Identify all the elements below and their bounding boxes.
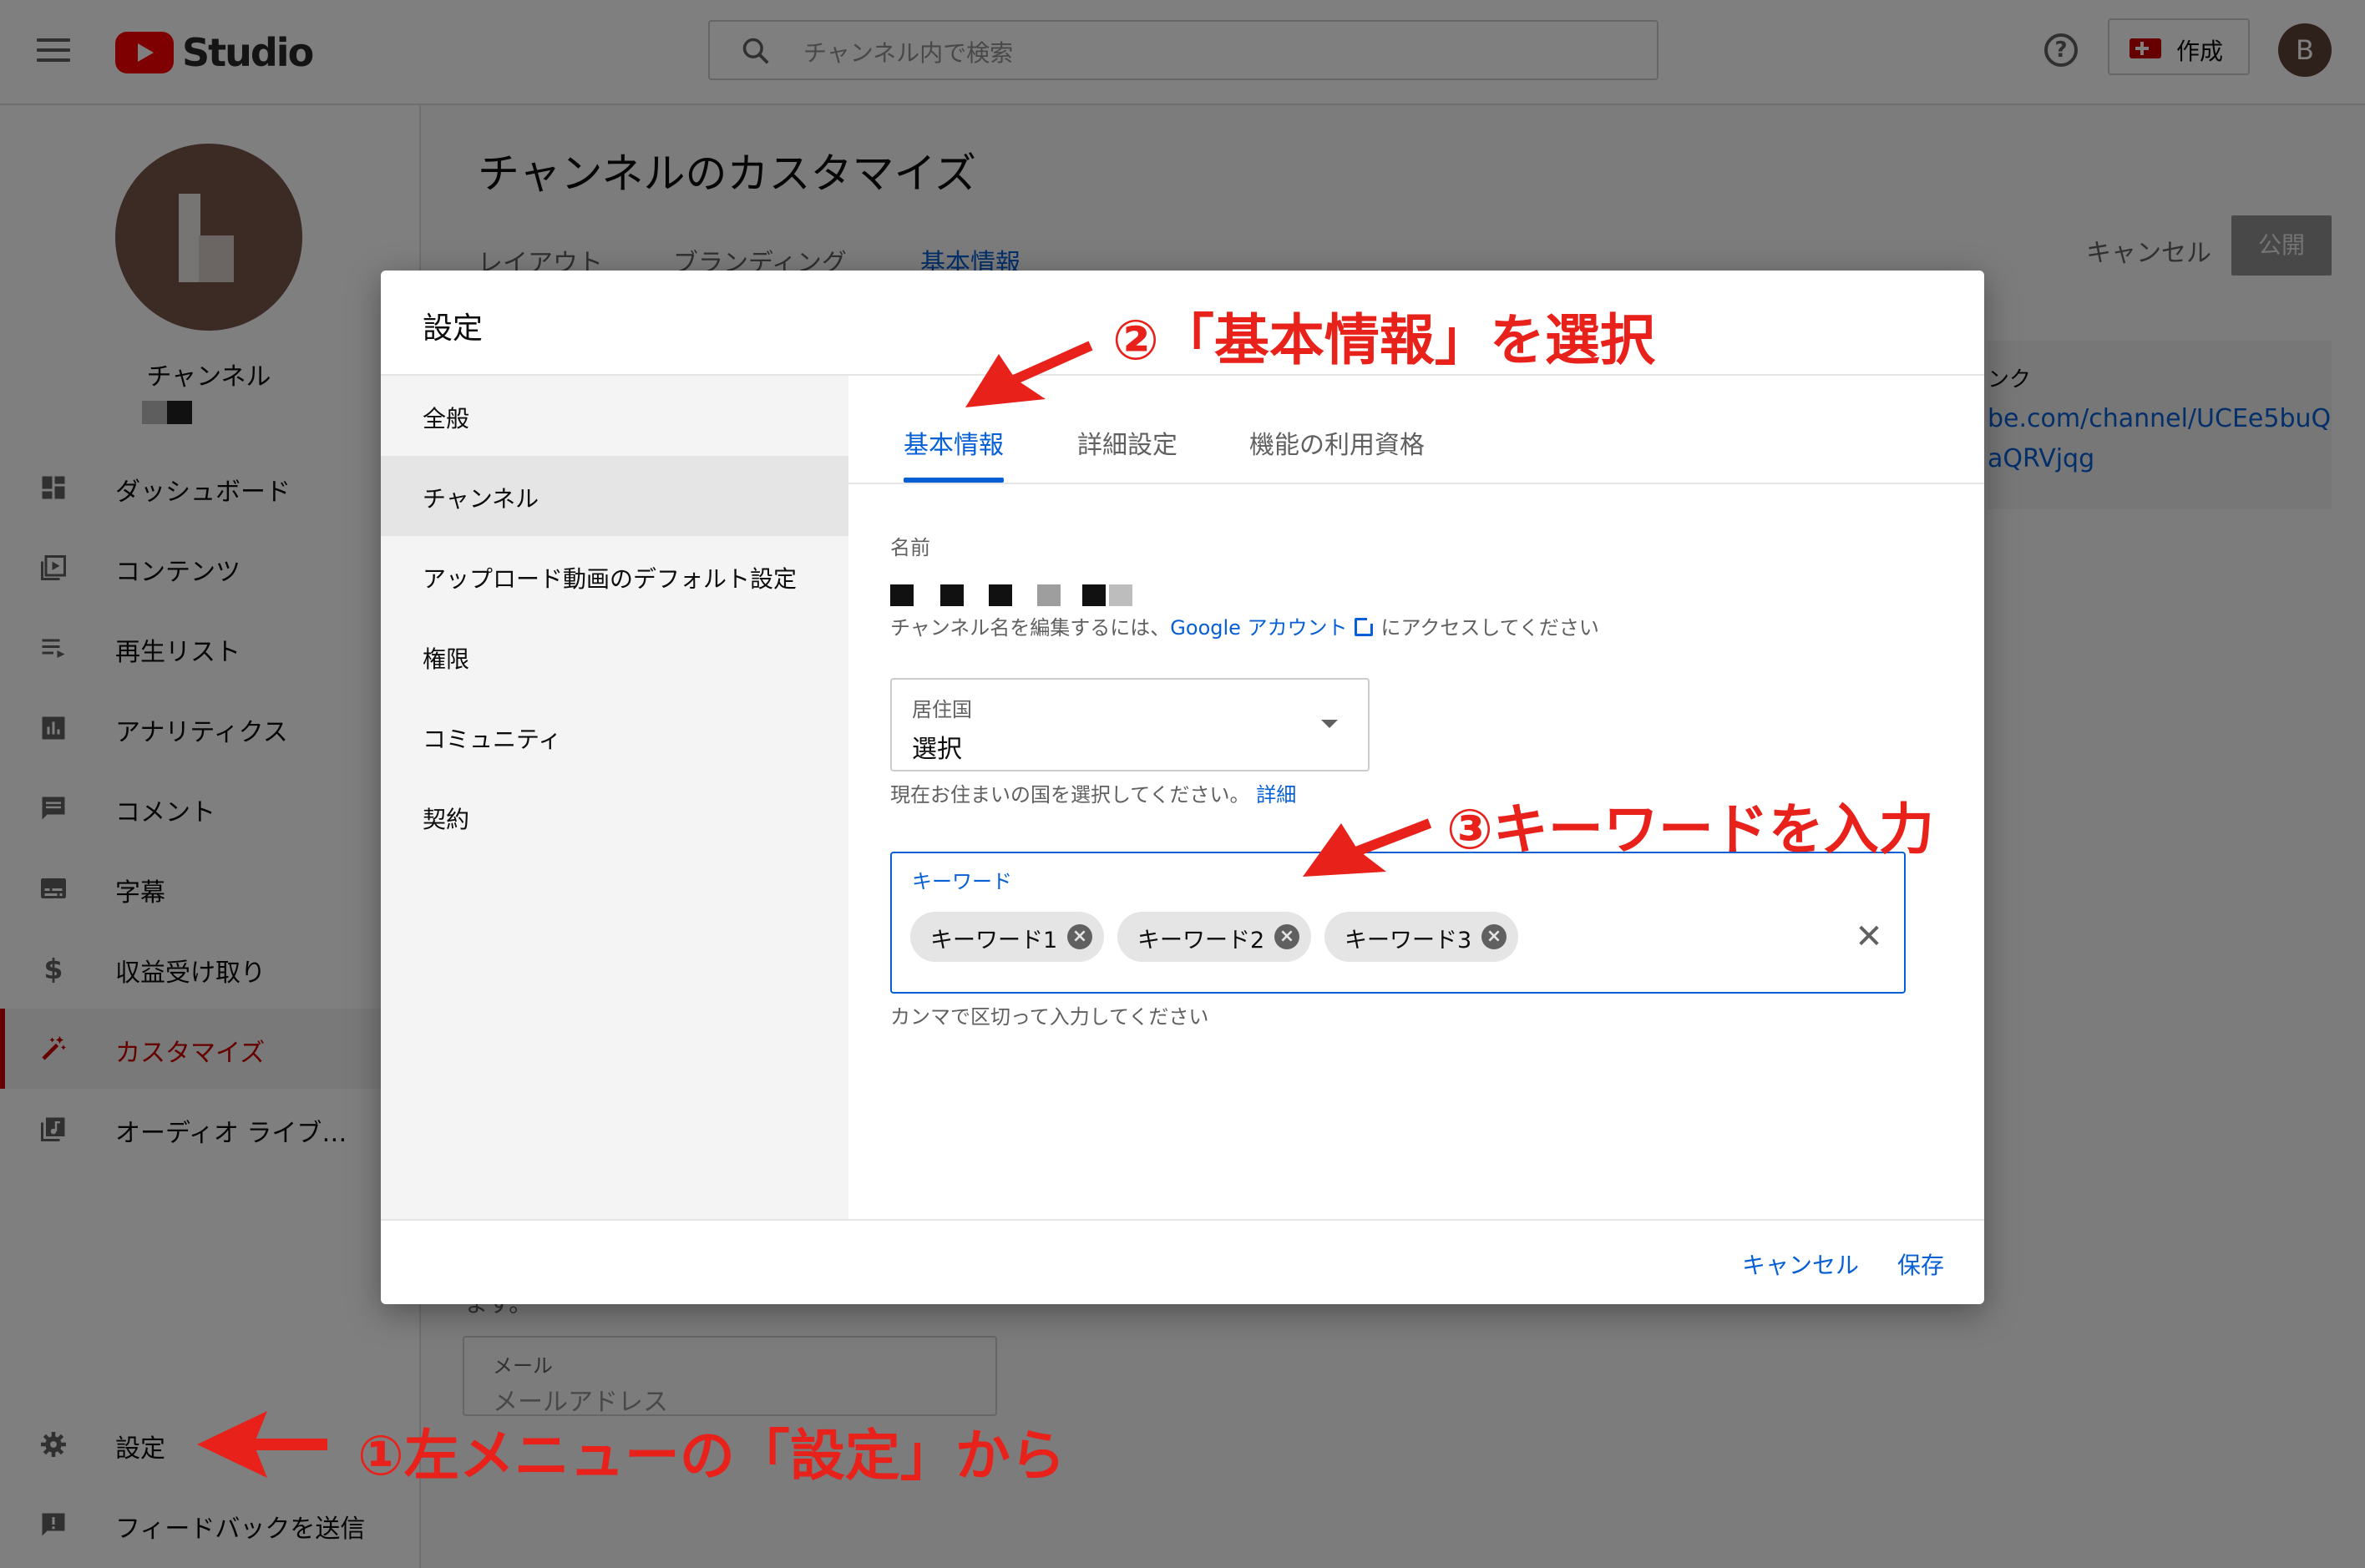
annotation-arrows: [197, 341, 1432, 1478]
annotation-step2: ②「基本情報」を選択: [1112, 308, 1655, 372]
annotation-arrow-basic-info: [965, 341, 1093, 407]
annotation-step3: ③キーワードを入力: [1446, 797, 1934, 862]
annotation-arrow-settings: [197, 1411, 327, 1478]
annotation-arrow-keywords: [1303, 818, 1432, 877]
annotation-step1: ①左メニューの「設定」から: [357, 1424, 1066, 1488]
